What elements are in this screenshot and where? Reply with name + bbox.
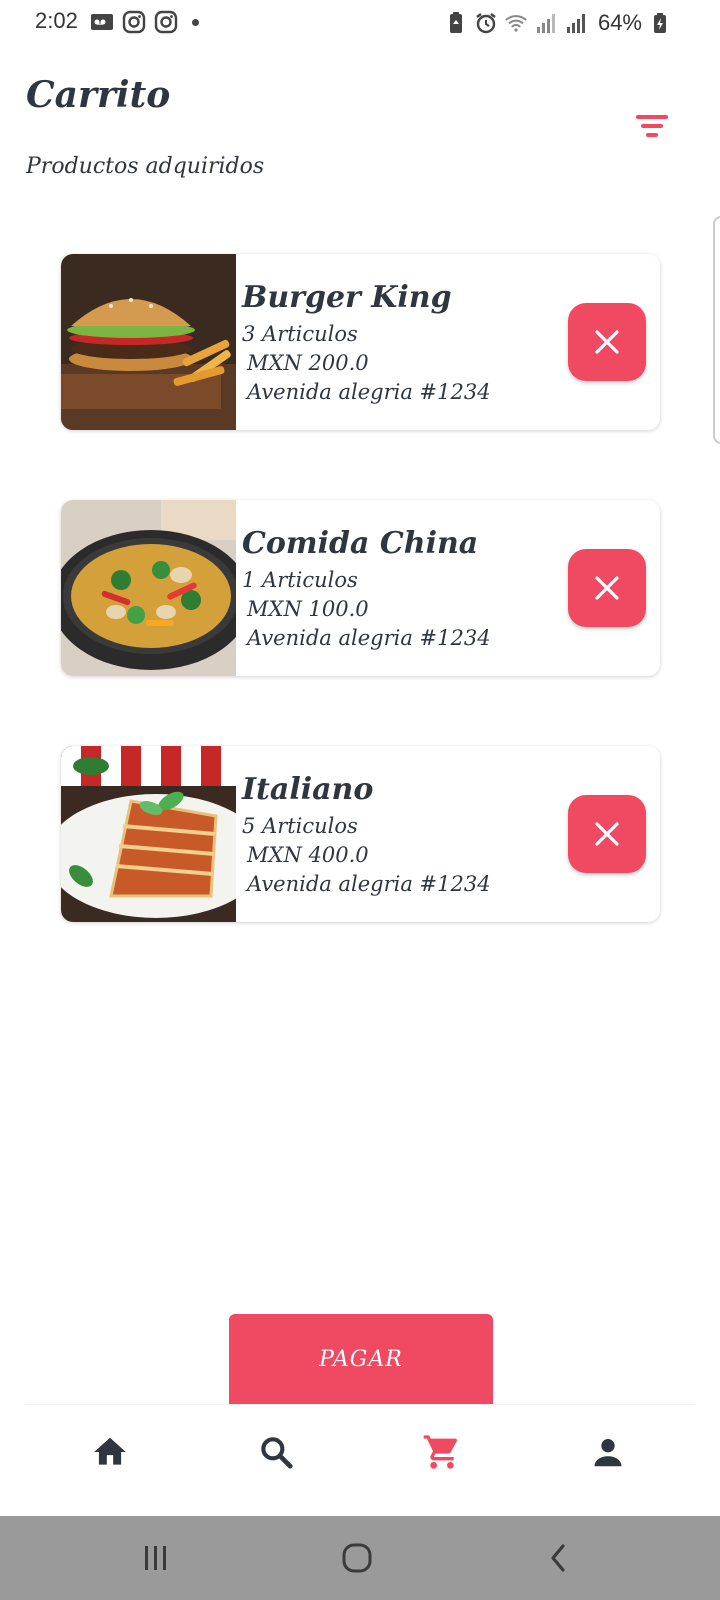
pay-button[interactable]: PAGAR (229, 1314, 493, 1404)
nav-home[interactable] (85, 1427, 135, 1477)
status-notification-icons (90, 10, 199, 34)
nav-cart[interactable] (417, 1427, 467, 1477)
item-price: MXN 100.0 (247, 597, 369, 621)
voicemail-icon (91, 14, 113, 30)
cart-item-card[interactable]: Comida China 1 Articulos MXN 100.0 Aveni… (61, 500, 660, 676)
remove-item-button[interactable] (568, 549, 646, 627)
item-quantity: 3 Articulos (242, 322, 358, 346)
wifi-icon (505, 15, 527, 32)
person-icon (594, 1439, 622, 1467)
close-icon (595, 576, 619, 600)
restaurant-name: Italiano (242, 772, 374, 807)
restaurant-name: Comida China (242, 526, 479, 561)
status-time: 2:02 (35, 8, 78, 33)
filter-list-icon (636, 115, 668, 119)
signal-icon (566, 14, 585, 33)
stir-fry-photo (61, 500, 236, 676)
item-price: MXN 200.0 (247, 351, 369, 375)
close-icon (595, 330, 619, 354)
search-icon (261, 1437, 293, 1469)
page-subtitle: Productos adquiridos (26, 154, 265, 179)
scroll-edge-indicator[interactable] (713, 216, 720, 444)
back-icon (551, 1544, 565, 1572)
lasagna-photo (61, 746, 236, 922)
instagram-icon (154, 10, 178, 34)
status-system-icons: 64% (444, 10, 672, 36)
battery-saver-icon (449, 12, 462, 33)
page-title: Carrito (26, 74, 171, 116)
cart-icon (423, 1435, 458, 1469)
nav-profile[interactable] (583, 1427, 633, 1477)
cart-item-card[interactable]: Italiano 5 Articulos MXN 400.0 Avenida a… (61, 746, 660, 922)
system-navigation-bar (0, 1516, 720, 1600)
instagram-icon (122, 10, 146, 34)
notification-dot-icon (192, 18, 199, 26)
home-circle-icon (342, 1543, 372, 1573)
remove-item-button[interactable] (568, 303, 646, 381)
item-address: Avenida alegria #1234 (247, 872, 491, 896)
battery-percentage: 64% (597, 10, 642, 35)
home-icon (94, 1437, 126, 1465)
bottom-navigation (26, 1404, 694, 1516)
item-price: MXN 400.0 (247, 843, 369, 867)
alarm-icon (476, 13, 496, 34)
item-address: Avenida alegria #1234 (247, 380, 491, 404)
back-button[interactable] (538, 1540, 578, 1576)
cart-item-card[interactable]: Burger King 3 Articulos MXN 200.0 Avenid… (61, 254, 660, 430)
battery-charging-icon (654, 13, 666, 33)
signal-icon (536, 14, 555, 33)
burger-photo (61, 254, 236, 430)
nav-search[interactable] (251, 1427, 301, 1477)
restaurant-name: Burger King (242, 280, 452, 315)
status-bar: 2:02 64% (0, 0, 720, 48)
recents-icon (145, 1546, 166, 1570)
recents-button[interactable] (136, 1540, 176, 1576)
item-quantity: 5 Articulos (242, 814, 358, 838)
home-system-button[interactable] (337, 1540, 377, 1576)
close-icon (595, 822, 619, 846)
item-address: Avenida alegria #1234 (247, 626, 491, 650)
filter-button[interactable] (630, 110, 674, 146)
item-quantity: 1 Articulos (242, 568, 358, 592)
remove-item-button[interactable] (568, 795, 646, 873)
